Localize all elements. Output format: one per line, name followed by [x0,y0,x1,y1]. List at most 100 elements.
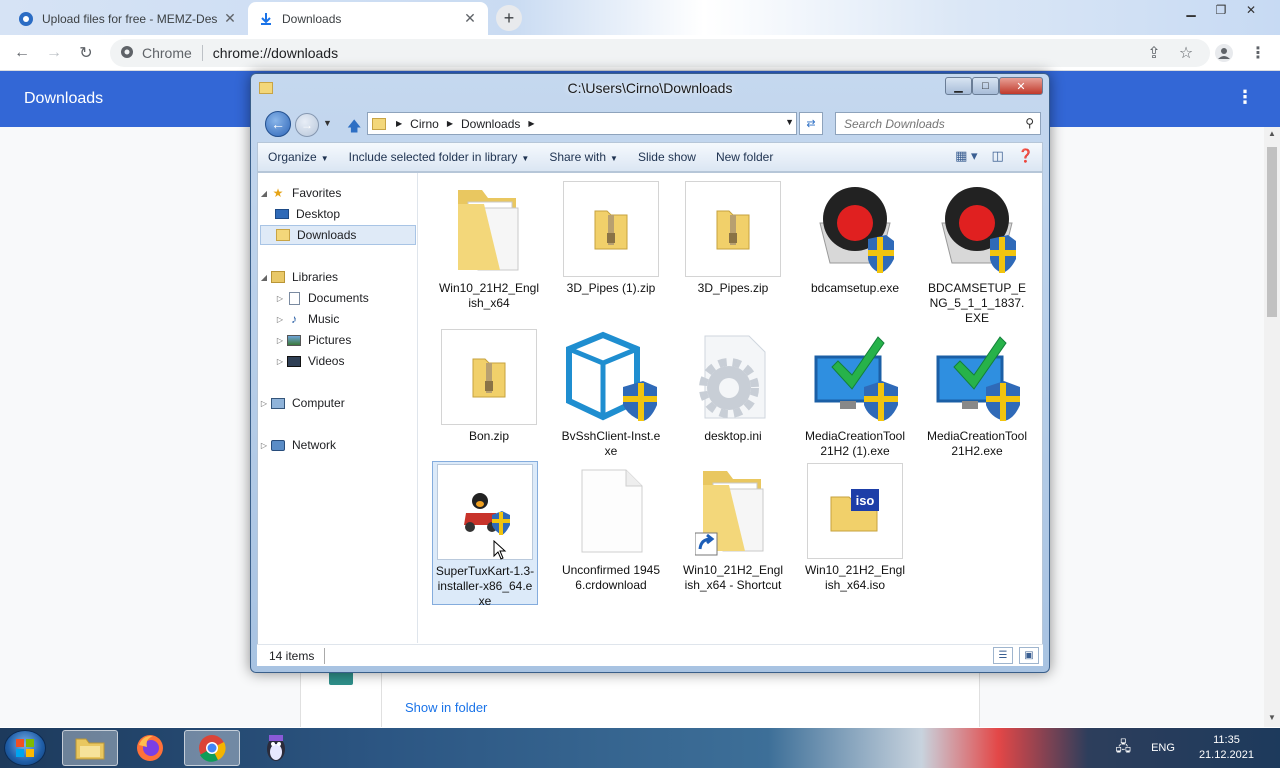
preview-pane-icon[interactable]: ◫ [992,148,1004,164]
address-bar[interactable]: Chrome chrome://downloads [110,39,1210,67]
chrome-icon [199,735,226,762]
expand-icon[interactable]: ▷ [258,399,270,408]
breadcrumb-downloads[interactable]: Downloads [457,117,524,131]
tab-memz[interactable]: Upload files for free - MEMZ-Des ✕ [8,2,248,35]
browser-toolbar: ← → ↻ Chrome chrome://downloads ⇪ ☆ ⋮ [0,35,1280,71]
item-count: 14 items [269,648,315,663]
chrome-menu-icon[interactable]: ⋮ [1246,41,1270,65]
nav-label: Music [308,312,340,326]
expand-icon[interactable]: ▷ [274,294,286,303]
scroll-down-icon[interactable]: ▼ [1267,713,1277,722]
chevron-down-icon[interactable]: ▼ [785,117,794,127]
taskbar-firefox[interactable] [122,730,178,766]
language-indicator[interactable]: ENG [1151,742,1175,754]
recent-pages-dropdown-icon[interactable]: ▼ [323,118,332,128]
expand-icon[interactable]: ▷ [258,441,270,450]
file-item[interactable]: MediaCreationTool21H2 (1).exe [802,329,908,459]
search-icon[interactable]: ⚲ [1025,116,1034,130]
file-item-selected[interactable]: SuperTuxKart-1.3-installer-x86_64.exe [432,461,538,608]
start-button[interactable] [4,730,46,766]
bookmark-star-icon[interactable]: ☆ [1174,41,1198,65]
nav-documents[interactable]: ▷ Documents [274,288,369,308]
help-icon[interactable]: ❓ [1018,148,1034,164]
up-arrow-icon[interactable]: 🡅 [347,116,361,140]
nav-desktop[interactable]: Desktop [274,204,340,224]
nav-music[interactable]: ▷ ♪ Music [274,309,339,329]
network-tray-icon[interactable]: 🖧 [1115,736,1131,760]
page-scrollbar[interactable]: ▲ ▼ [1264,127,1280,727]
organize-button[interactable]: Organize ▼ [258,150,339,164]
folder-shortcut-icon [685,463,781,559]
refresh-icon[interactable]: ⇄ [799,112,823,135]
bandicam-installer-icon [807,181,903,277]
file-item[interactable]: bdcamsetup.exe [802,181,908,296]
file-item[interactable]: iso Win10_21H2_English_x64.iso [802,463,908,593]
file-item[interactable]: BvSshClient-Inst.exe [558,329,664,459]
taskbar-chrome[interactable] [184,730,240,766]
change-view-icon[interactable]: ▦ ▾ [955,148,977,164]
share-icon[interactable]: ⇪ [1142,41,1166,65]
include-in-library-button[interactable]: Include selected folder in library ▼ [339,150,540,164]
maximize-button[interactable]: □ [972,77,999,95]
iso-icon: iso [807,463,903,559]
forward-arrow-icon[interactable]: → [295,113,319,137]
back-arrow-icon[interactable]: ← [10,41,34,65]
nav-downloads[interactable]: Downloads [260,225,416,245]
file-item[interactable]: BDCAMSETUP_ENG_5_1_1_1837.EXE [924,181,1030,326]
close-icon[interactable]: ✕ [1236,0,1266,20]
nav-network[interactable]: ▷ Network [258,435,336,455]
profile-avatar-icon[interactable] [1212,41,1236,65]
chevron-right-icon[interactable]: ▶ [443,119,457,128]
nav-favorites[interactable]: ◢ ★ Favorites [258,183,341,203]
clock[interactable]: 11:35 21.12.2021 [1199,733,1254,763]
chevron-right-icon[interactable]: ▶ [392,119,406,128]
scrollbar-thumb[interactable] [1267,147,1277,317]
taskbar-supertuxkart[interactable] [248,730,304,766]
scroll-up-icon[interactable]: ▲ [1267,129,1277,138]
chevron-down-icon: ▼ [521,154,530,163]
expand-icon[interactable]: ◢ [258,189,270,198]
file-item[interactable]: 3D_Pipes (1).zip [558,181,664,296]
file-item[interactable]: desktop.ini [680,329,786,444]
minimize-icon[interactable]: ▁ [1176,0,1206,20]
back-arrow-icon[interactable]: ← [265,111,291,137]
nav-libraries[interactable]: ◢ Libraries [258,267,338,287]
share-with-button[interactable]: Share with ▼ [539,150,628,164]
expand-icon[interactable]: ◢ [258,273,270,282]
taskbar-explorer[interactable] [62,730,118,766]
maximize-icon[interactable]: ❐ [1206,0,1236,20]
file-item[interactable]: Bon.zip [436,329,542,444]
address-breadcrumb[interactable]: ▶ Cirno ▶ Downloads ▶ ▼ [367,112,797,135]
minimize-button[interactable]: ▁ [945,77,972,95]
details-view-icon[interactable]: ☰ [993,647,1013,664]
nav-pictures[interactable]: ▷ Pictures [274,330,351,350]
close-icon[interactable]: ✕ [222,10,238,27]
file-item[interactable]: Unconfirmed 19456.crdownload [558,463,664,593]
search-input[interactable] [836,113,1006,134]
close-button[interactable]: ✕ [999,77,1043,95]
chevron-right-icon[interactable]: ▶ [524,119,538,128]
new-tab-button[interactable]: + [496,5,522,31]
file-item[interactable]: 3D_Pipes.zip [680,181,786,296]
forward-arrow-icon[interactable]: → [42,41,66,65]
search-box[interactable]: ⚲ [835,112,1041,135]
slide-show-button[interactable]: Slide show [628,150,706,164]
nav-videos[interactable]: ▷ Videos [274,351,345,371]
nav-computer[interactable]: ▷ Computer [258,393,345,413]
file-item[interactable]: Win10_21H2_English_x64 - Shortcut [680,463,786,593]
breadcrumb-cirno[interactable]: Cirno [406,117,443,131]
expand-icon[interactable]: ▷ [274,336,286,345]
more-actions-icon[interactable]: ⋮ [1236,87,1254,108]
organize-label: Organize [268,150,317,164]
expand-icon[interactable]: ▷ [274,315,286,324]
tab-downloads[interactable]: Downloads ✕ [248,2,488,35]
close-icon[interactable]: ✕ [462,10,478,27]
new-folder-button[interactable]: New folder [706,150,783,164]
file-name: MediaCreationTool21H2 (1).exe [804,429,906,458]
reload-icon[interactable]: ↻ [74,41,98,65]
file-item[interactable]: MediaCreationTool21H2.exe [924,329,1030,459]
large-icons-view-icon[interactable]: ▣ [1019,647,1039,664]
file-item[interactable]: Win10_21H2_English_x64 [436,181,542,311]
show-in-folder-link[interactable]: Show in folder [405,700,487,715]
expand-icon[interactable]: ▷ [274,357,286,366]
